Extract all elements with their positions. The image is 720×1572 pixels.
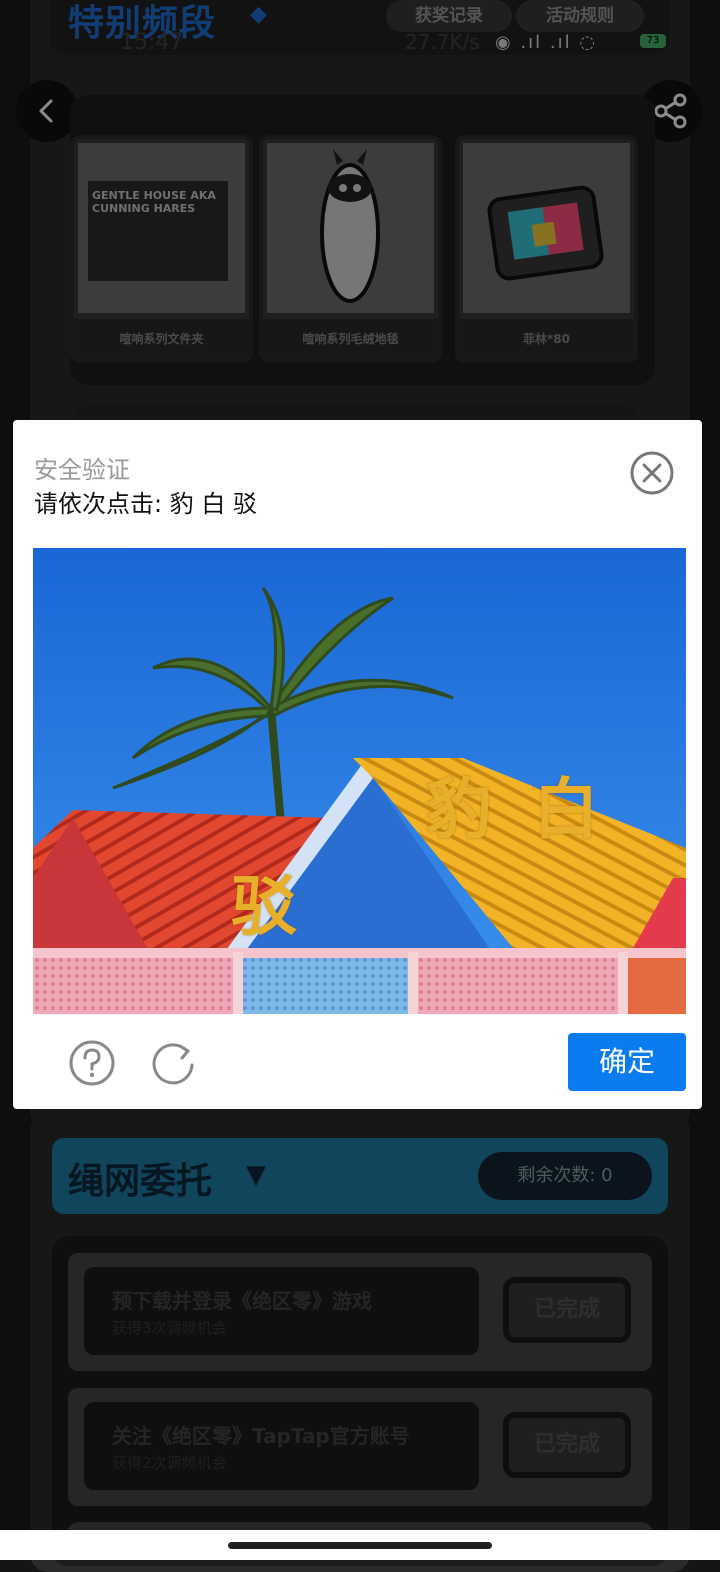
close-button[interactable] xyxy=(630,451,674,495)
captcha-char-3[interactable]: 驳 xyxy=(231,853,297,949)
close-icon xyxy=(630,451,674,495)
confirm-button[interactable]: 确定 xyxy=(568,1033,686,1091)
captcha-char-2[interactable]: 白 xyxy=(533,756,599,852)
refresh-button[interactable] xyxy=(150,1040,196,1086)
home-indicator[interactable] xyxy=(228,1542,492,1549)
help-button[interactable] xyxy=(69,1040,115,1086)
security-verification-dialog: 安全验证 请依次点击: 豹 白 驳 豹 白 驳 确定 xyxy=(13,420,702,1109)
question-icon xyxy=(69,1040,115,1086)
dialog-title: 安全验证 xyxy=(34,456,130,484)
refresh-icon xyxy=(152,1043,194,1085)
captcha-image[interactable]: 豹 白 驳 xyxy=(33,548,686,1014)
captcha-char-1[interactable]: 豹 xyxy=(426,756,492,852)
captcha-instruction: 请依次点击: 豹 白 驳 xyxy=(34,490,257,518)
